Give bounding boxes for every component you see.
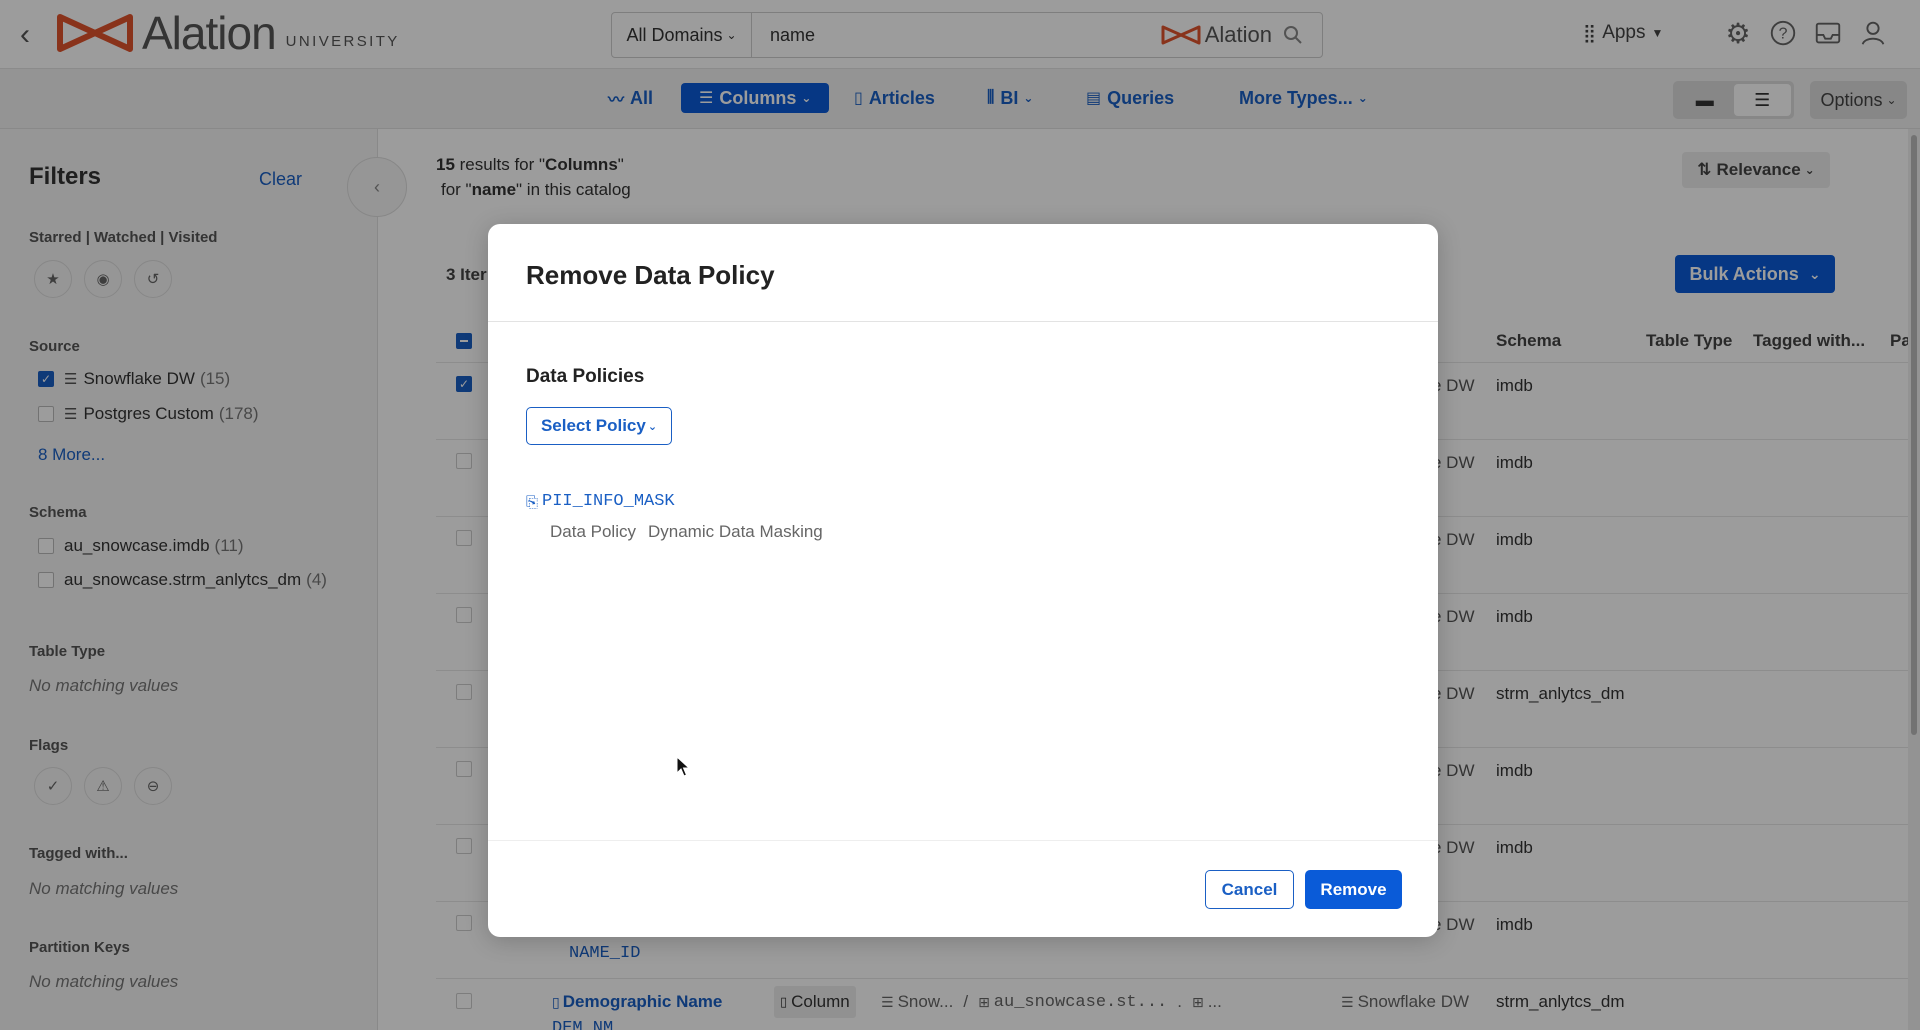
divider <box>488 840 1438 841</box>
policy-name: PII_INFO_MASK <box>542 492 675 511</box>
remove-data-policy-dialog: Remove Data Policy Data Policies Select … <box>488 224 1438 937</box>
policy-link[interactable]: ⎘ PII_INFO_MASK <box>526 492 675 511</box>
select-policy-dropdown[interactable]: Select Policy ⌄ <box>526 407 672 445</box>
mouse-cursor-icon <box>676 756 690 777</box>
remove-button[interactable]: Remove <box>1305 870 1402 909</box>
policy-type: Dynamic Data Masking <box>647 522 823 541</box>
chevron-down-icon: ⌄ <box>647 420 658 433</box>
data-policies-label: Data Policies <box>526 366 645 387</box>
divider <box>488 321 1438 322</box>
cancel-button[interactable]: Cancel <box>1205 870 1294 909</box>
dialog-title: Remove Data Policy <box>526 260 775 290</box>
data-policy-icon: ⎘ <box>526 492 539 511</box>
select-policy-label: Select Policy <box>540 416 646 435</box>
policy-kind: Data Policy <box>550 522 636 541</box>
policy-meta: Data Policy Dynamic Data Masking <box>550 522 823 542</box>
